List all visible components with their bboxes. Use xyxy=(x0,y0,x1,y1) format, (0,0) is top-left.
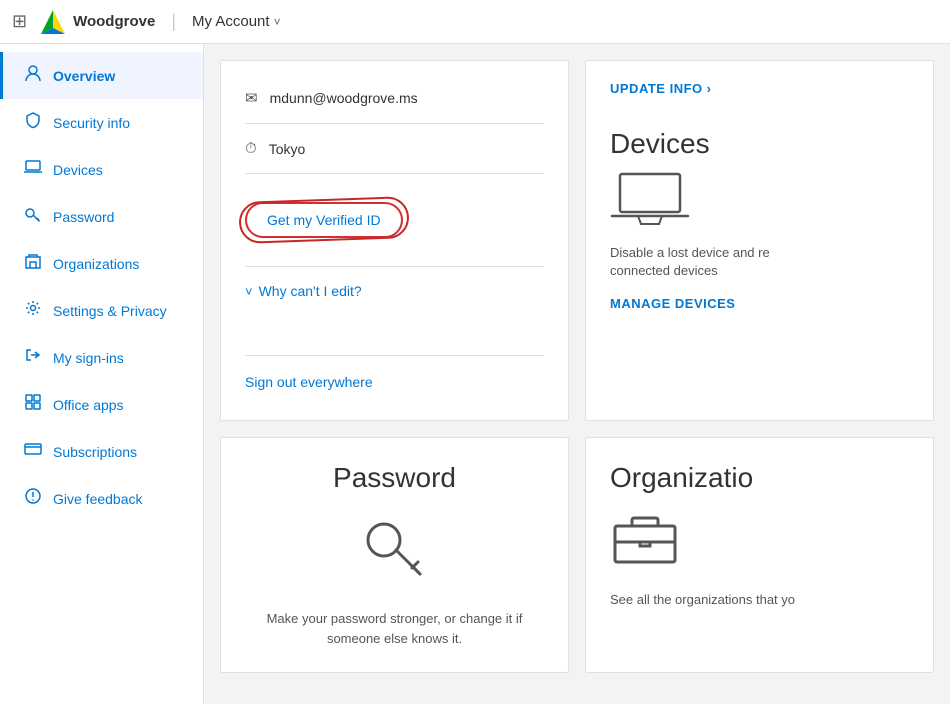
logo-container: Woodgrove xyxy=(39,8,155,36)
logo-text: Woodgrove xyxy=(73,13,155,30)
location-row: ⏱ Tokyo xyxy=(245,132,544,165)
verified-id-button[interactable]: Get my Verified ID xyxy=(245,202,403,238)
sign-out-link[interactable]: Sign out everywhere xyxy=(245,364,544,400)
sidebar-label-give-feedback: Give feedback xyxy=(53,491,143,507)
sidebar-item-office-apps[interactable]: Office apps xyxy=(0,381,203,428)
email-row: ✉ mdunn@woodgrove.ms xyxy=(245,81,544,115)
account-switcher[interactable]: My Account ˅ xyxy=(192,13,281,30)
sidebar-item-give-feedback[interactable]: Give feedback xyxy=(0,475,203,522)
sidebar-item-my-sign-ins[interactable]: My sign-ins xyxy=(0,334,203,381)
org-description: See all the organizations that yo xyxy=(610,590,795,610)
sidebar-item-overview[interactable]: Overview xyxy=(0,52,203,99)
org-card: Organizatio See all the organizations th… xyxy=(585,437,934,673)
divider-3 xyxy=(245,266,544,267)
waffle-icon[interactable]: ⊞ xyxy=(12,11,27,32)
sidebar: Overview Security info Devices xyxy=(0,44,204,704)
password-card: Password Make your password stronger, or… xyxy=(220,437,569,673)
why-edit-toggle[interactable]: ˅ Why can't I edit? xyxy=(245,275,544,307)
devices-card-title: Devices xyxy=(610,128,710,160)
sidebar-label-settings-privacy: Settings & Privacy xyxy=(53,303,167,319)
devices-card: UPDATE INFO › Devices Disable a lost dev… xyxy=(585,60,934,421)
chevron-down-icon: ˅ xyxy=(245,284,253,299)
clock-icon: ⏱ xyxy=(245,140,257,157)
laptop-large-icon xyxy=(610,172,690,232)
sidebar-item-organizations[interactable]: Organizations xyxy=(0,240,203,287)
password-card-title: Password xyxy=(333,462,456,494)
sidebar-label-password: Password xyxy=(53,209,114,225)
divider-4 xyxy=(245,355,544,356)
main-layout: Overview Security info Devices xyxy=(0,44,950,704)
card-icon xyxy=(23,440,43,463)
content-area: ✉ mdunn@woodgrove.ms ⏱ Tokyo Get my Veri… xyxy=(204,44,950,704)
key-large-icon xyxy=(360,510,430,593)
topbar-separator: | xyxy=(171,11,176,32)
sidebar-label-my-sign-ins: My sign-ins xyxy=(53,350,124,366)
user-location: Tokyo xyxy=(269,141,306,157)
chevron-down-icon: ˅ xyxy=(274,15,281,29)
sidebar-label-devices: Devices xyxy=(53,162,103,178)
key-icon xyxy=(23,205,43,228)
sidebar-label-office-apps: Office apps xyxy=(53,397,124,413)
sidebar-label-overview: Overview xyxy=(53,68,115,84)
sidebar-item-password[interactable]: Password xyxy=(0,193,203,240)
account-label: My Account xyxy=(192,13,270,30)
apps-icon xyxy=(23,393,43,416)
divider-2 xyxy=(245,173,544,174)
email-icon: ✉ xyxy=(245,89,258,107)
user-email: mdunn@woodgrove.ms xyxy=(270,90,418,106)
update-info-link[interactable]: UPDATE INFO › xyxy=(610,81,712,96)
profile-card: ✉ mdunn@woodgrove.ms ⏱ Tokyo Get my Veri… xyxy=(220,60,569,421)
briefcase-icon xyxy=(610,506,680,578)
org-card-title: Organizatio xyxy=(610,462,753,494)
devices-description: Disable a lost device and re connected d… xyxy=(610,244,790,280)
sidebar-item-settings-privacy[interactable]: Settings & Privacy xyxy=(0,287,203,334)
verified-id-label: Get my Verified ID xyxy=(267,212,381,228)
settings-icon xyxy=(23,299,43,322)
divider-1 xyxy=(245,123,544,124)
sidebar-item-security-info[interactable]: Security info xyxy=(0,99,203,146)
manage-devices-link[interactable]: MANAGE DEVICES xyxy=(610,296,735,311)
sidebar-item-devices[interactable]: Devices xyxy=(0,146,203,193)
arrow-right-icon: › xyxy=(707,81,712,96)
shield-icon xyxy=(23,111,43,134)
logo-icon xyxy=(39,8,67,36)
topbar: ⊞ Woodgrove | My Account ˅ xyxy=(0,0,950,44)
password-description: Make your password stronger, or change i… xyxy=(265,609,525,648)
sidebar-label-organizations: Organizations xyxy=(53,256,139,272)
sidebar-label-security-info: Security info xyxy=(53,115,130,131)
feedback-icon xyxy=(23,487,43,510)
sidebar-item-subscriptions[interactable]: Subscriptions xyxy=(0,428,203,475)
person-icon xyxy=(23,64,43,87)
sidebar-label-subscriptions: Subscriptions xyxy=(53,444,137,460)
signin-icon xyxy=(23,346,43,369)
update-info-label: UPDATE INFO xyxy=(610,81,703,96)
building-icon xyxy=(23,252,43,275)
laptop-icon xyxy=(23,158,43,181)
why-edit-label: Why can't I edit? xyxy=(259,283,362,299)
